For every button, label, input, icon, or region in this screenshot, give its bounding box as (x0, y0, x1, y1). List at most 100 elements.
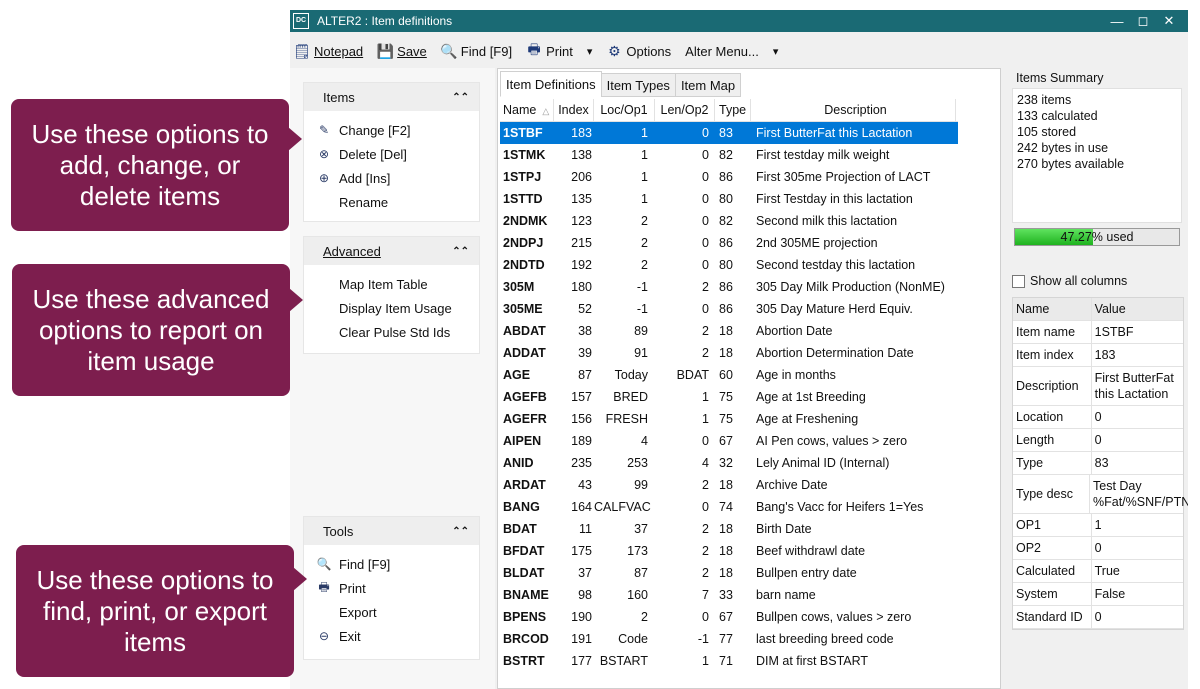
column-header-len-op2[interactable]: Len/Op2 (655, 99, 715, 121)
cell-loc-op1: 1 (641, 148, 648, 162)
property-value: 83 (1094, 456, 1109, 470)
title-bar: DC ALTER2 : Item definitions — ◻ ✕ (290, 10, 1188, 32)
callout-text: Use these advanced options to report on … (32, 283, 270, 376)
table-row[interactable]: 1STPJ 206 1 0 86 First 305me Projection of LA… (500, 166, 958, 188)
cell-name: AGEFB (503, 390, 547, 404)
cell-description: Abortion Determination Date (756, 346, 914, 360)
items-grid[interactable]: Name △ Index Loc/Op1 Len/Op2 Type Description … (500, 99, 958, 672)
table-row[interactable]: AGE 87 Today BDAT 60 Age in months (500, 364, 958, 386)
property-row[interactable]: Location 0 (1013, 406, 1183, 429)
toolbar-print-button[interactable]: 🖶 Print ▾ (526, 41, 593, 59)
collapse-chevron-icon[interactable]: ⌃⌃ (452, 246, 469, 257)
tools-item[interactable]: 🔍 Find [F9] (304, 552, 479, 576)
items-item[interactable]: ⊕ Add [Ins] (304, 166, 479, 190)
items-group: Items ⌃⌃ ✎ Change [F2] ⊗ Delete [Del] ⊕ Add [… (303, 82, 480, 222)
toolbar-notepad-button[interactable]: 🗒 Notepad (293, 43, 363, 59)
table-row[interactable]: AIPEN 189 4 0 67 AI Pen cows, values > zero (500, 430, 958, 452)
cell-name: 1STTD (503, 192, 543, 206)
cell-type: 80 (719, 258, 733, 272)
column-header-description[interactable]: Description (751, 99, 956, 121)
dropdown-arrow-icon[interactable]: ▾ (773, 45, 779, 58)
advanced-item[interactable]: Map Item Table (304, 272, 479, 296)
property-row[interactable]: Description First ButterFat this Lactatio… (1013, 367, 1183, 406)
dropdown-arrow-icon[interactable]: ▾ (587, 45, 593, 58)
cell-index: 190 (571, 610, 592, 624)
table-row[interactable]: AGEFR 156 FRESH 1 75 Age at Freshening (500, 408, 958, 430)
column-header-index[interactable]: Index (554, 99, 594, 121)
cell-description: DIM at first BSTART (756, 654, 869, 668)
table-row[interactable]: 1STTD 135 1 0 80 First Testday in this lactat… (500, 188, 958, 210)
items-item[interactable]: Rename (304, 190, 479, 214)
toolbar-find-label: Find [F9] (460, 43, 513, 59)
cell-description: Bullpen entry date (756, 566, 857, 580)
table-row[interactable]: BRCOD 191 Code -1 77 last breeding breed code (500, 628, 958, 650)
advanced-item[interactable]: Display Item Usage (304, 296, 479, 320)
table-row[interactable]: 305M 180 -1 2 86 305 Day Milk Production (Non… (500, 276, 958, 298)
toolbar-save-button[interactable]: 💾 Save (376, 43, 426, 59)
table-row[interactable]: BNAME 98 160 7 33 barn name (500, 584, 958, 606)
table-row[interactable]: BSTRT 177 BSTART 1 71 DIM at first BSTART (500, 650, 958, 672)
table-row[interactable]: ABDAT 38 89 2 18 Abortion Date (500, 320, 958, 342)
cell-loc-op1: 1 (641, 170, 648, 184)
minimize-icon[interactable]: — (1104, 14, 1130, 29)
tab-item-map[interactable]: Item Map (674, 73, 742, 97)
property-row[interactable]: OP1 1 (1013, 514, 1183, 537)
table-row[interactable]: 2NDTD 192 2 0 80 Second testday this lactatio… (500, 254, 958, 276)
collapse-chevron-icon[interactable]: ⌃⌃ (452, 526, 469, 537)
property-row[interactable]: Item name 1STBF (1013, 321, 1183, 344)
tools-item[interactable]: 🖶 Print (304, 576, 479, 600)
checkbox-box[interactable] (1012, 274, 1025, 288)
items-item-label: Add [Ins] (339, 170, 391, 186)
collapse-chevron-icon[interactable]: ⌃⌃ (452, 92, 469, 103)
table-row[interactable]: BANG 164 CALFVAC 0 74 Bang's Vacc for Heifers… (500, 496, 958, 518)
table-row[interactable]: 305ME 52 -1 0 86 305 Day Mature Herd Equiv. (500, 298, 958, 320)
property-row[interactable]: Type desc Test Day %Fat/%SNF/PTN (1013, 475, 1188, 514)
property-row[interactable]: Item index 183 (1013, 344, 1183, 367)
usage-progress-bar: 47.27% used (1014, 228, 1180, 246)
tools-item[interactable]: ⊖ Exit (304, 624, 479, 648)
advanced-item-label: Display Item Usage (339, 300, 452, 316)
table-row[interactable]: ADDAT 39 91 2 18 Abortion Determination Date (500, 342, 958, 364)
table-row[interactable]: ARDAT 43 99 2 18 Archive Date (500, 474, 958, 496)
tab-item-definitions[interactable]: Item Definitions (500, 71, 602, 97)
close-icon[interactable]: ✕ (1156, 13, 1182, 29)
table-row[interactable]: BFDAT 175 173 2 18 Beef withdrawl date (500, 540, 958, 562)
cell-type: 80 (719, 192, 733, 206)
tools-group-header[interactable]: Tools ⌃⌃ (304, 517, 479, 545)
cell-index: 11 (579, 522, 592, 536)
cell-type: 18 (719, 324, 733, 338)
show-all-columns-checkbox[interactable]: Show all columns (1012, 274, 1127, 288)
cell-index: 37 (578, 566, 592, 580)
items-item[interactable]: ✎ Change [F2] (304, 118, 479, 142)
toolbar-alter-menu-button[interactable]: Alter Menu... ▾ (685, 44, 778, 59)
items-item[interactable]: ⊗ Delete [Del] (304, 142, 479, 166)
cell-len-op2: 0 (702, 610, 709, 624)
property-row[interactable]: System False (1013, 583, 1183, 606)
toolbar-options-button[interactable]: ⚙ Options (606, 43, 671, 59)
maximize-icon[interactable]: ◻ (1130, 13, 1156, 29)
property-row[interactable]: OP2 0 (1013, 537, 1183, 560)
table-row[interactable]: BPENS 190 2 0 67 Bullpen cows, values > zero (500, 606, 958, 628)
table-row[interactable]: 1STBF 183 1 0 83 First ButterFat this Lactati… (500, 122, 958, 144)
table-row[interactable]: BLDAT 37 87 2 18 Bullpen entry date (500, 562, 958, 584)
items-group-header[interactable]: Items ⌃⌃ (304, 83, 479, 111)
toolbar-find-button[interactable]: 🔍 Find [F9] (440, 43, 513, 59)
table-row[interactable]: 2NDMK 123 2 0 82 Second milk this lactation (500, 210, 958, 232)
tools-item[interactable]: Export (304, 600, 479, 624)
property-row[interactable]: Type 83 (1013, 452, 1183, 475)
advanced-item[interactable]: Clear Pulse Std Ids (304, 320, 479, 344)
property-row[interactable]: Calculated True (1013, 560, 1183, 583)
toolbar: 🗒 Notepad 💾 Save 🔍 Find [F9] 🖶 Print ▾ ⚙ Options Al… (290, 38, 1188, 64)
table-row[interactable]: AGEFB 157 BRED 1 75 Age at 1st Breeding (500, 386, 958, 408)
table-row[interactable]: BDAT 11 37 2 18 Birth Date (500, 518, 958, 540)
column-header-name[interactable]: Name △ (500, 99, 554, 121)
advanced-group-header[interactable]: Advanced ⌃⌃ (304, 237, 479, 265)
column-header-loc-op1[interactable]: Loc/Op1 (594, 99, 655, 121)
property-row[interactable]: Length 0 (1013, 429, 1183, 452)
table-row[interactable]: 2NDPJ 215 2 0 86 2nd 305ME projection (500, 232, 958, 254)
table-row[interactable]: 1STMK 138 1 0 82 First testday milk weight (500, 144, 958, 166)
column-header-type[interactable]: Type (715, 99, 751, 121)
property-row[interactable]: Standard ID 0 (1013, 606, 1183, 629)
tab-item-types[interactable]: Item Types (600, 73, 676, 97)
table-row[interactable]: ANID 235 253 4 32 Lely Animal ID (Internal) (500, 452, 958, 474)
